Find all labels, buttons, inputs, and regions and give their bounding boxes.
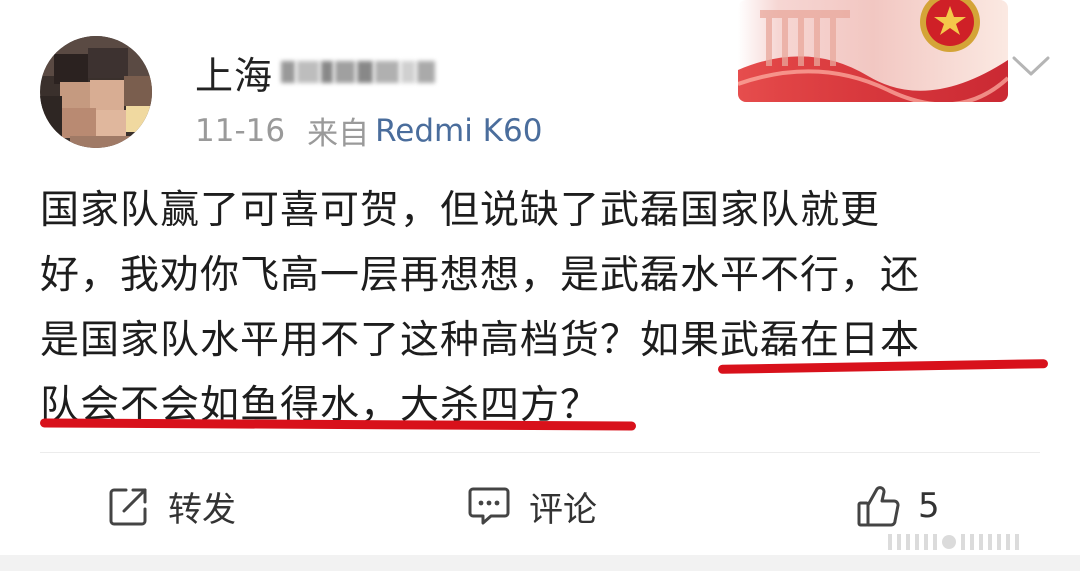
post-text-line: 国家队赢了可喜可贺，但说缺了武磊国家队就更 <box>40 188 881 233</box>
thumbs-up-icon <box>857 486 900 527</box>
like-count: 5 <box>918 486 940 526</box>
watermark <box>888 530 1024 554</box>
divider <box>40 452 1040 453</box>
weibo-post-card: 上海 11-16 来自 Redmi K60 国家队赢了可喜可贺，但说缺了武磊国家… <box>0 0 1080 571</box>
avatar[interactable] <box>40 36 152 148</box>
username-redacted <box>281 52 437 92</box>
post-text-line: 好，我劝你飞高一层再想想，是武磊水平不行，还 <box>40 253 921 298</box>
device-link[interactable]: Redmi K60 <box>375 113 542 149</box>
username[interactable]: 上海 <box>195 45 273 100</box>
comment-button[interactable]: 评论 <box>467 478 597 534</box>
share-icon <box>109 488 147 526</box>
repost-label: 转发 <box>168 489 236 530</box>
source-label: 来自 <box>307 116 370 152</box>
post-date: 11-16 <box>195 112 286 149</box>
post-body: 国家队赢了可喜可贺，但说缺了武磊国家队就更 好，我劝你飞高一层再想想，是武磊水平… <box>40 178 1050 438</box>
chevron-down-icon[interactable] <box>1008 44 1054 90</box>
username-row[interactable]: 上海 <box>195 42 437 102</box>
comment-icon <box>468 487 510 525</box>
like-button[interactable]: 5 <box>856 478 940 534</box>
comment-label: 评论 <box>529 489 597 530</box>
post-meta: 11-16 来自 Redmi K60 <box>195 108 542 153</box>
bottom-bar <box>0 555 1080 571</box>
national-emblem-banner <box>738 0 1008 102</box>
repost-button[interactable]: 转发 <box>108 478 236 534</box>
